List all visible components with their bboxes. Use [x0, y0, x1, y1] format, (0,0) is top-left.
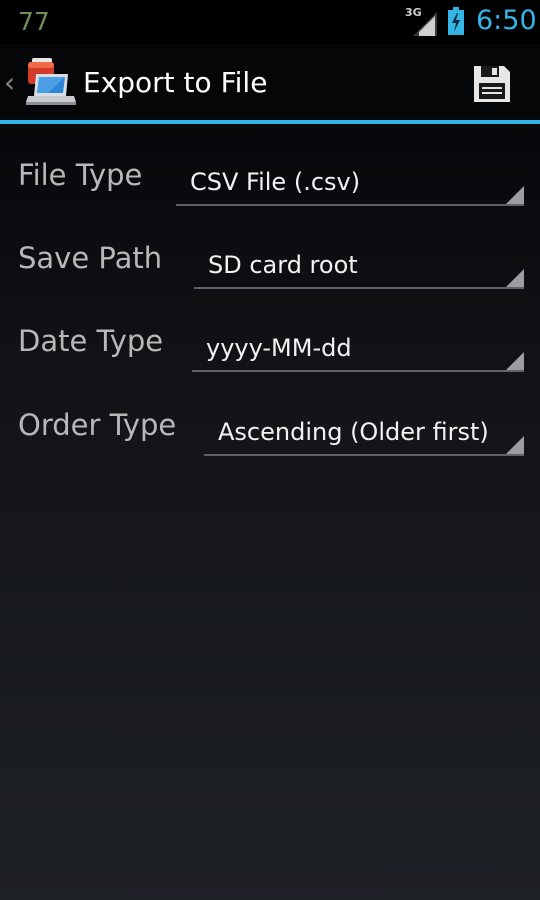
up-navigation-button[interactable]: ‹	[0, 44, 80, 120]
dropdown-arrow-icon	[506, 436, 524, 454]
save-path-spinner[interactable]: SD card root	[194, 235, 524, 289]
chevron-left-icon: ‹	[4, 66, 16, 99]
export-app-icon	[18, 56, 78, 108]
save-path-value: SD card root	[208, 251, 358, 279]
action-bar-divider	[0, 120, 540, 124]
file-type-value: CSV File (.csv)	[190, 168, 361, 196]
dropdown-arrow-icon	[506, 186, 524, 204]
dropdown-arrow-icon	[506, 269, 524, 287]
file-type-label: File Type	[18, 158, 143, 192]
save-path-row: Save Path SD card root	[0, 233, 540, 303]
floppy-disk-icon	[474, 66, 510, 102]
file-type-spinner[interactable]: CSV File (.csv)	[176, 152, 524, 206]
order-type-label: Order Type	[18, 408, 177, 442]
page-title: Export to File	[83, 66, 268, 99]
status-clock: 6:50	[476, 5, 537, 36]
order-type-value: Ascending (Older first)	[218, 418, 489, 446]
status-bar: 77 3G 6:50	[0, 0, 540, 44]
date-type-spinner[interactable]: yyyy-MM-dd	[192, 318, 524, 372]
file-type-row: File Type CSV File (.csv)	[0, 150, 540, 220]
action-bar: ‹ Export to File	[0, 44, 540, 120]
notification-count: 77	[18, 7, 50, 36]
date-type-label: Date Type	[18, 324, 164, 358]
save-button[interactable]	[466, 60, 518, 108]
dropdown-arrow-icon	[506, 352, 524, 370]
save-path-label: Save Path	[18, 241, 163, 275]
order-type-row: Order Type Ascending (Older first)	[0, 400, 540, 470]
signal-strength-icon: 3G	[405, 6, 437, 36]
order-type-spinner[interactable]: Ascending (Older first)	[204, 402, 524, 456]
battery-icon	[447, 7, 465, 35]
date-type-row: Date Type yyyy-MM-dd	[0, 316, 540, 386]
date-type-value: yyyy-MM-dd	[206, 334, 352, 362]
